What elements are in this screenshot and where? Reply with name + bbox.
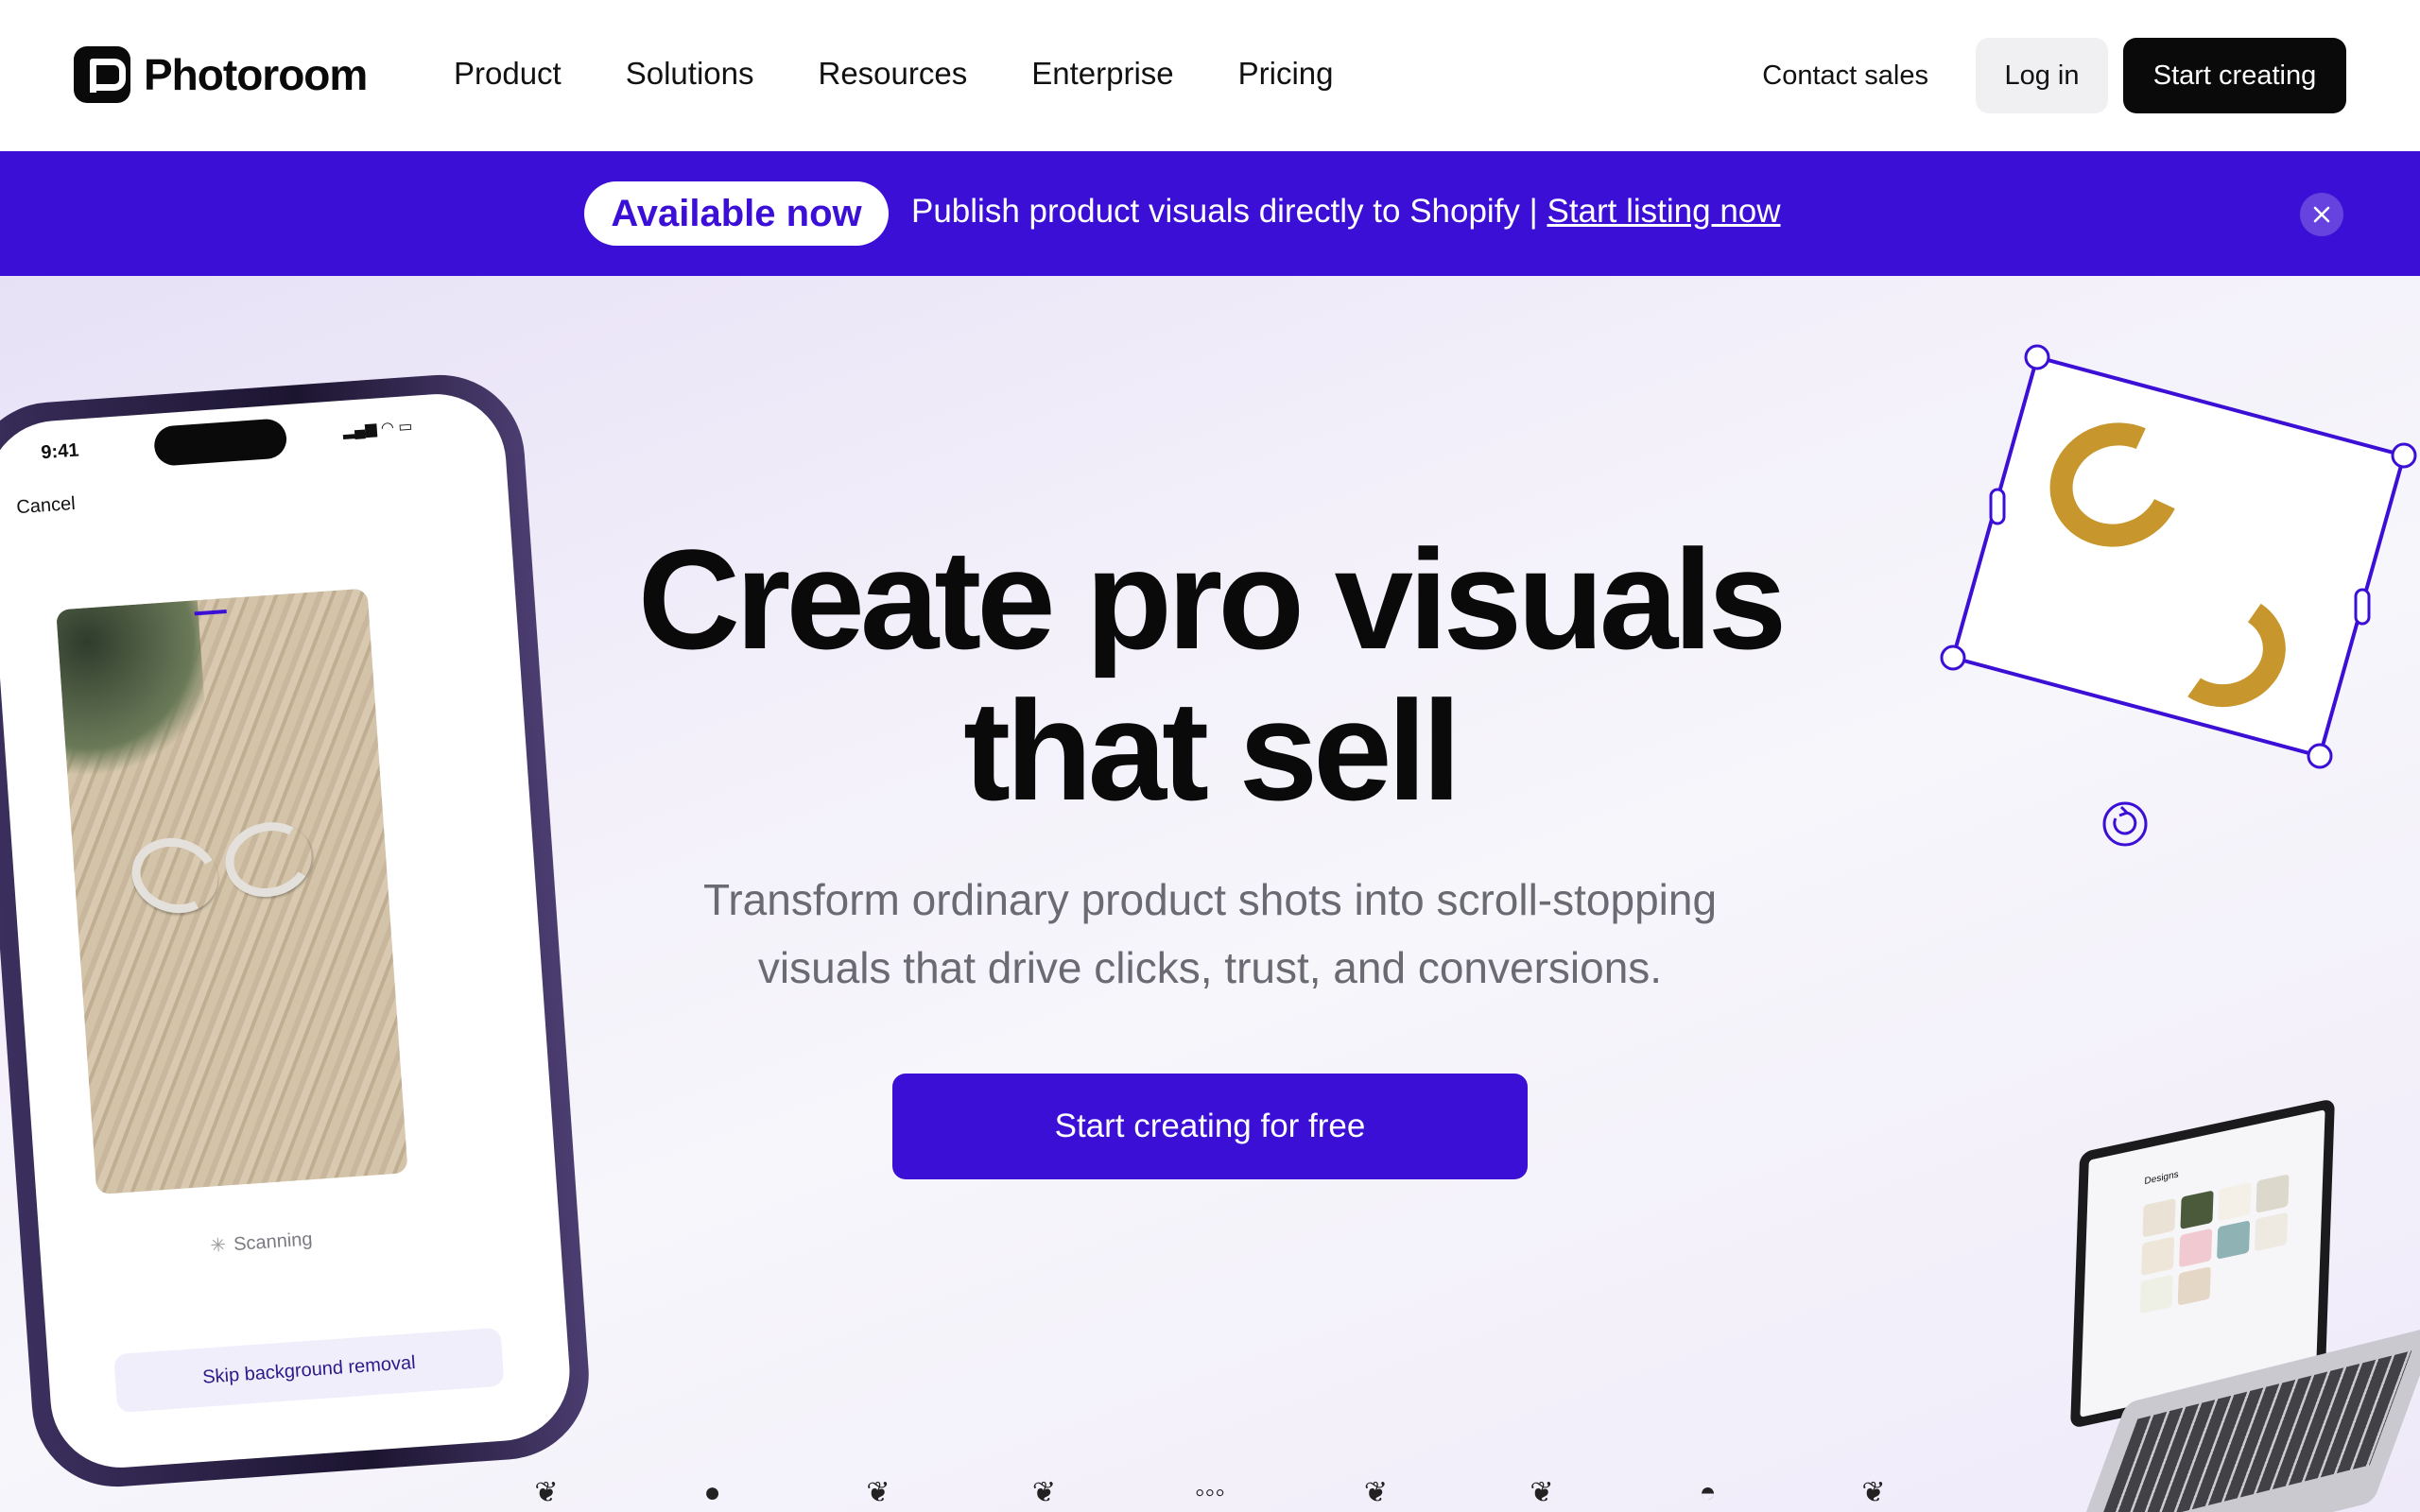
design-thumbnail (2255, 1211, 2289, 1252)
laurel-icon: ❦ (1530, 1477, 1554, 1508)
skip-background-removal-button[interactable]: Skip background removal (113, 1327, 505, 1414)
nav-link-product[interactable]: Product (454, 53, 562, 94)
award-badges-row: ❦ ● ❦ ❦ ◦◦◦ ❦ ❦ ◓ ❦ (529, 1476, 1891, 1512)
cancel-button[interactable]: Cancel (16, 493, 77, 519)
hero-subheadline: Transform ordinary product shots into sc… (0, 866, 2420, 1002)
side-handle[interactable] (1989, 488, 2006, 525)
close-icon (2313, 206, 2330, 223)
laptop-mockup: Designs (2056, 1089, 2420, 1512)
nav-link-enterprise[interactable]: Enterprise (1031, 53, 1173, 94)
laurel-icon: ❦ (1861, 1477, 1886, 1508)
apple-icon: ● (703, 1477, 721, 1508)
nav-links: Product Solutions Resources Enterprise P… (454, 53, 1398, 94)
top-navigation: Photoroom Product Solutions Resources En… (0, 0, 2420, 151)
nav-actions: Contact sales Log in Start creating (1762, 38, 2346, 113)
design-thumbnail (2217, 1220, 2251, 1260)
design-thumbnail (2141, 1236, 2175, 1276)
earrings-transform-card (1940, 344, 2417, 847)
nav-link-solutions[interactable]: Solutions (626, 53, 754, 94)
nav-link-pricing[interactable]: Pricing (1238, 53, 1334, 94)
login-button[interactable]: Log in (1976, 38, 2108, 113)
laurel-icon: ❦ (1363, 1477, 1389, 1508)
dynamic-island (152, 418, 288, 467)
signal-wifi-battery-icon: ▂▄▆ ◠ ▭ (342, 418, 414, 439)
transform-box (1940, 344, 2417, 847)
android-icon: ◓ (1699, 1477, 1717, 1508)
scanning-status: ✳ Scanning (210, 1227, 314, 1257)
resize-handle[interactable] (1940, 644, 1966, 671)
announcement-banner: Available now Publish product visuals di… (0, 151, 2420, 276)
design-thumbnail (2139, 1274, 2173, 1314)
design-thumbnail (2142, 1198, 2176, 1238)
status-time: 9:41 (40, 439, 80, 464)
scanning-label: Scanning (233, 1228, 314, 1256)
designs-title: Designs (2144, 1169, 2179, 1188)
award-text-icon: ◦◦◦ (1195, 1477, 1225, 1508)
start-creating-free-button[interactable]: Start creating for free (892, 1074, 1528, 1179)
banner-text: Publish product visuals directly to Shop… (911, 193, 1547, 230)
resize-handle[interactable] (2307, 743, 2333, 769)
design-thumbnail (2180, 1190, 2214, 1230)
photoroom-logo[interactable]: Photoroom (74, 45, 368, 104)
brand-name: Photoroom (144, 50, 368, 99)
resize-handle[interactable] (2391, 442, 2417, 469)
start-listing-link[interactable]: Start listing now (1547, 193, 1780, 230)
laurel-icon: ❦ (534, 1477, 559, 1508)
available-now-badge: Available now (584, 181, 889, 246)
subline-line-1: Transform ordinary product shots into sc… (702, 875, 1718, 924)
start-creating-button[interactable]: Start creating (2123, 38, 2346, 113)
photoroom-logo-icon (74, 46, 130, 103)
contact-sales-link[interactable]: Contact sales (1762, 60, 1928, 92)
laurel-icon: ❦ (866, 1477, 890, 1508)
subline-line-2: visuals that drive clicks, trust, and co… (757, 943, 1663, 992)
laurel-icon: ❦ (1031, 1477, 1057, 1508)
nav-link-resources[interactable]: Resources (819, 53, 968, 94)
design-thumbnail (2256, 1174, 2290, 1213)
design-thumbnail (2218, 1181, 2252, 1222)
resize-handle[interactable] (2024, 344, 2050, 370)
spinner-icon: ✳ (209, 1234, 227, 1257)
design-thumbnail (2179, 1228, 2213, 1268)
banner-close-button[interactable] (2300, 193, 2343, 236)
hero-section: 9:41 ▂▄▆ ◠ ▭ Cancel ✳ Scanning Skip backg… (0, 276, 2420, 1512)
side-handle[interactable] (2354, 588, 2371, 626)
banner-message: Publish product visuals directly to Shop… (911, 193, 1781, 231)
design-thumbnail (2177, 1266, 2211, 1306)
